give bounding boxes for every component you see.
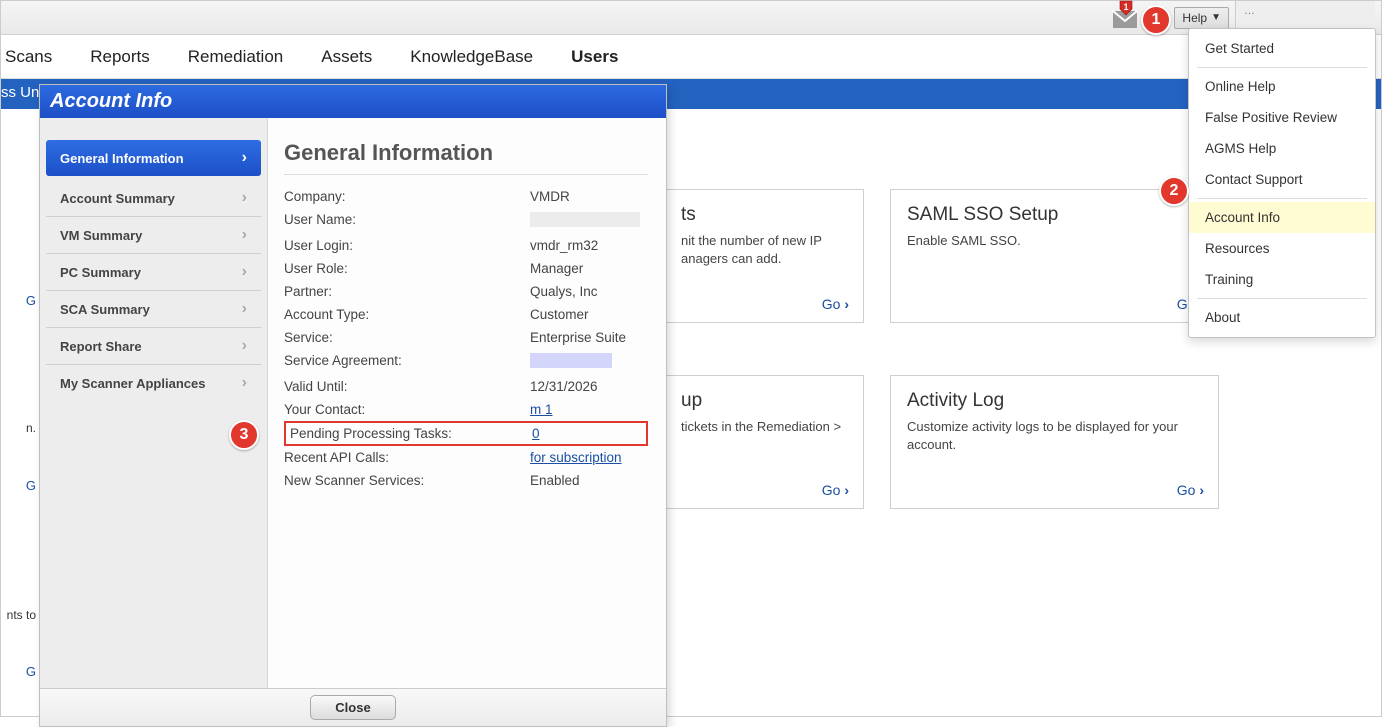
bg-card-saml: SAML SSO Setup Enable SAML SSO. Go › — [890, 189, 1219, 323]
mail-icon[interactable]: 1 — [1112, 7, 1138, 29]
top-toolbar: 1 Help ▼ … — [1, 1, 1381, 35]
bg-go1[interactable]: G — [26, 293, 36, 308]
sidebar-item-report-share[interactable]: Report Share› — [46, 328, 261, 365]
field-api-calls: Recent API Calls:for subscription — [284, 446, 648, 469]
modal-title: Account Info — [40, 85, 666, 118]
chevron-down-icon: ▼ — [1211, 12, 1221, 23]
chevron-right-icon: › — [242, 263, 247, 281]
callout-2: 2 — [1159, 176, 1189, 206]
help-item-about[interactable]: About — [1189, 302, 1375, 333]
card-title: ts — [681, 204, 847, 226]
contact-link[interactable]: m 1 — [530, 402, 553, 417]
card-title: SAML SSO Setup — [907, 204, 1202, 226]
nav-tab-users[interactable]: Users — [571, 47, 618, 67]
account-info-modal: Account Info General Information› Accoun… — [39, 84, 667, 727]
help-dropdown-button[interactable]: Help ▼ — [1174, 7, 1229, 29]
svg-text:1: 1 — [1124, 2, 1129, 12]
nav-tab-scans[interactable]: Scans — [5, 47, 52, 67]
modal-content: General Information Company:VMDR User Na… — [268, 118, 666, 688]
help-label: Help — [1182, 11, 1207, 25]
callout-1: 1 — [1141, 5, 1171, 35]
bg-card-remed: up tickets in the Remediation > Go › — [664, 375, 864, 509]
field-username: User Name: — [284, 208, 648, 234]
sidebar-item-sca-summary[interactable]: SCA Summary› — [46, 291, 261, 328]
help-item-false-positive[interactable]: False Positive Review — [1189, 102, 1375, 133]
bg-aside-text1: n. — [26, 421, 36, 435]
sidebar-item-general[interactable]: General Information› — [46, 140, 261, 176]
help-dropdown-menu: Get Started Online Help False Positive R… — [1188, 28, 1376, 338]
field-account-type: Account Type:Customer — [284, 303, 648, 326]
go-link[interactable]: Go › — [1177, 482, 1204, 498]
nav-tab-remediation[interactable]: Remediation — [188, 47, 283, 67]
modal-side-nav: General Information› Account Summary› VM… — [40, 118, 268, 688]
card-title: up — [681, 390, 847, 412]
sidebar-item-account-summary[interactable]: Account Summary› — [46, 180, 261, 217]
bg-go2[interactable]: G — [26, 478, 36, 493]
chevron-right-icon: › — [242, 149, 247, 167]
go-link[interactable]: Go › — [822, 482, 849, 498]
sidebar-item-scanner-appliances[interactable]: My Scanner Appliances› — [46, 365, 261, 401]
close-button[interactable]: Close — [310, 695, 395, 720]
bg-aside-text2: nts to — [7, 608, 36, 622]
help-item-online-help[interactable]: Online Help — [1189, 71, 1375, 102]
chevron-right-icon: › — [242, 300, 247, 318]
bg-card-iplimits: ts nit the number of new IPanagers can a… — [664, 189, 864, 323]
chevron-right-icon: › — [242, 337, 247, 355]
help-item-account-info[interactable]: Account Info — [1189, 202, 1375, 233]
chevron-right-icon: › — [242, 189, 247, 207]
field-contact: Your Contact:m 1 — [284, 398, 648, 421]
sidebar-item-vm-summary[interactable]: VM Summary› — [46, 217, 261, 254]
sidebar-item-pc-summary[interactable]: PC Summary› — [46, 254, 261, 291]
chevron-right-icon: › — [242, 226, 247, 244]
field-partner: Partner:Qualys, Inc — [284, 280, 648, 303]
help-item-resources[interactable]: Resources — [1189, 233, 1375, 264]
field-service: Service:Enterprise Suite — [284, 326, 648, 349]
bg-card-activitylog: Activity Log Customize activity logs to … — [890, 375, 1219, 509]
card-title: Activity Log — [907, 390, 1202, 412]
help-item-agms-help[interactable]: AGMS Help — [1189, 133, 1375, 164]
nav-tab-assets[interactable]: Assets — [321, 47, 372, 67]
field-pending-tasks: Pending Processing Tasks:0 — [284, 421, 648, 446]
nav-tab-reports[interactable]: Reports — [90, 47, 150, 67]
callout-3: 3 — [229, 420, 259, 450]
help-item-contact-support[interactable]: Contact Support — [1189, 164, 1375, 195]
pending-tasks-link[interactable]: 0 — [532, 426, 540, 441]
field-company: Company:VMDR — [284, 185, 648, 208]
field-scanner-services: New Scanner Services:Enabled — [284, 469, 648, 492]
field-valid-until: Valid Until:12/31/2026 — [284, 375, 648, 398]
bg-go3[interactable]: G — [26, 664, 36, 679]
go-link[interactable]: Go › — [822, 296, 849, 312]
nav-tab-kb[interactable]: KnowledgeBase — [410, 47, 533, 67]
bg-aside-col: G n. G nts to G — [1, 109, 41, 709]
redacted-value — [530, 212, 640, 227]
field-userlogin: User Login:vmdr_rm32 — [284, 234, 648, 257]
bg-snip: ss Un — [1, 84, 39, 101]
primary-nav: Scans Reports Remediation Assets Knowled… — [1, 35, 1381, 79]
redacted-value — [530, 353, 612, 368]
help-item-training[interactable]: Training — [1189, 264, 1375, 295]
modal-footer: Close — [40, 688, 666, 726]
field-userrole: User Role:Manager — [284, 257, 648, 280]
help-item-get-started[interactable]: Get Started — [1189, 33, 1375, 64]
api-calls-link[interactable]: for subscription — [530, 450, 622, 465]
field-service-agreement: Service Agreement: — [284, 349, 648, 375]
chevron-right-icon: › — [242, 374, 247, 392]
content-heading: General Information — [284, 140, 648, 175]
